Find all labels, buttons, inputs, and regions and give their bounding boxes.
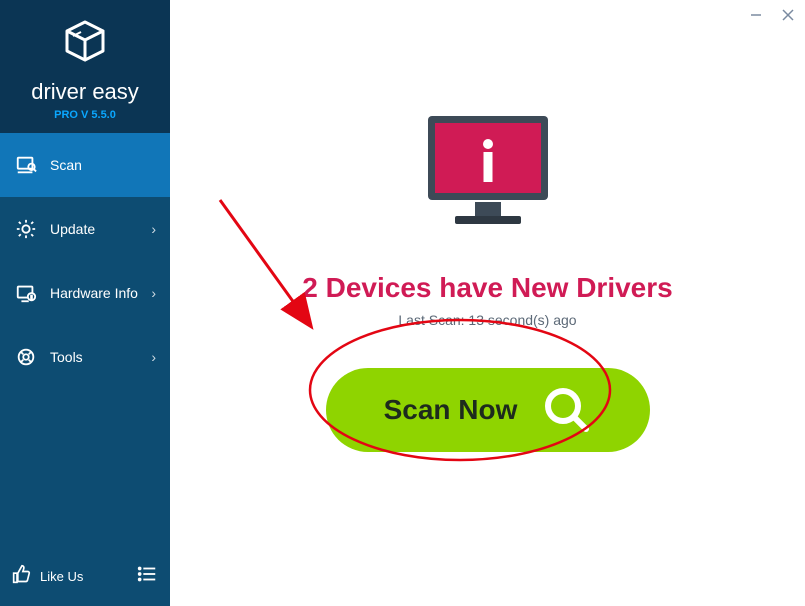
logo-cube-icon: [61, 18, 109, 71]
sidebar-nav: Scan Update › i Hardware Info: [0, 133, 170, 546]
scan-button-label: Scan Now: [384, 394, 518, 426]
sidebar-item-label: Tools: [50, 349, 83, 365]
sidebar-bottom: Like Us: [0, 546, 170, 606]
brand-header: driver easy PRO V 5.5.0: [0, 0, 170, 133]
chevron-right-icon: ›: [151, 285, 156, 301]
sidebar-item-update[interactable]: Update ›: [0, 197, 170, 261]
window-controls: [747, 6, 797, 24]
gear-update-icon: [14, 217, 38, 241]
chevron-right-icon: ›: [151, 221, 156, 237]
hardware-info-icon: i: [14, 281, 38, 305]
menu-list-icon[interactable]: [136, 563, 158, 590]
scan-icon: [14, 153, 38, 177]
sidebar-item-scan[interactable]: Scan: [0, 133, 170, 197]
brand-name: driver easy: [0, 79, 170, 105]
like-us-button[interactable]: Like Us: [12, 564, 83, 589]
sidebar-item-label: Scan: [50, 157, 82, 173]
sidebar-item-label: Hardware Info: [50, 285, 138, 301]
thumbs-up-icon: [12, 564, 32, 589]
close-button[interactable]: [779, 6, 797, 24]
monitor-alert-icon: [413, 110, 563, 240]
sidebar-item-tools[interactable]: Tools ›: [0, 325, 170, 389]
magnifier-icon: [541, 384, 591, 437]
chevron-right-icon: ›: [151, 349, 156, 365]
sidebar-item-label: Update: [50, 221, 95, 237]
sidebar: driver easy PRO V 5.5.0 Scan Up: [0, 0, 170, 606]
scan-now-button[interactable]: Scan Now: [326, 368, 650, 452]
sidebar-item-hardware-info[interactable]: i Hardware Info ›: [0, 261, 170, 325]
tools-icon: [14, 345, 38, 369]
headline-text: 2 Devices have New Drivers: [302, 272, 672, 304]
main-content: 2 Devices have New Drivers Last Scan: 13…: [170, 0, 805, 606]
last-scan-text: Last Scan: 13 second(s) ago: [398, 312, 576, 328]
minimize-button[interactable]: [747, 6, 765, 24]
like-us-label: Like Us: [40, 569, 83, 584]
brand-version: PRO V 5.5.0: [0, 109, 170, 121]
